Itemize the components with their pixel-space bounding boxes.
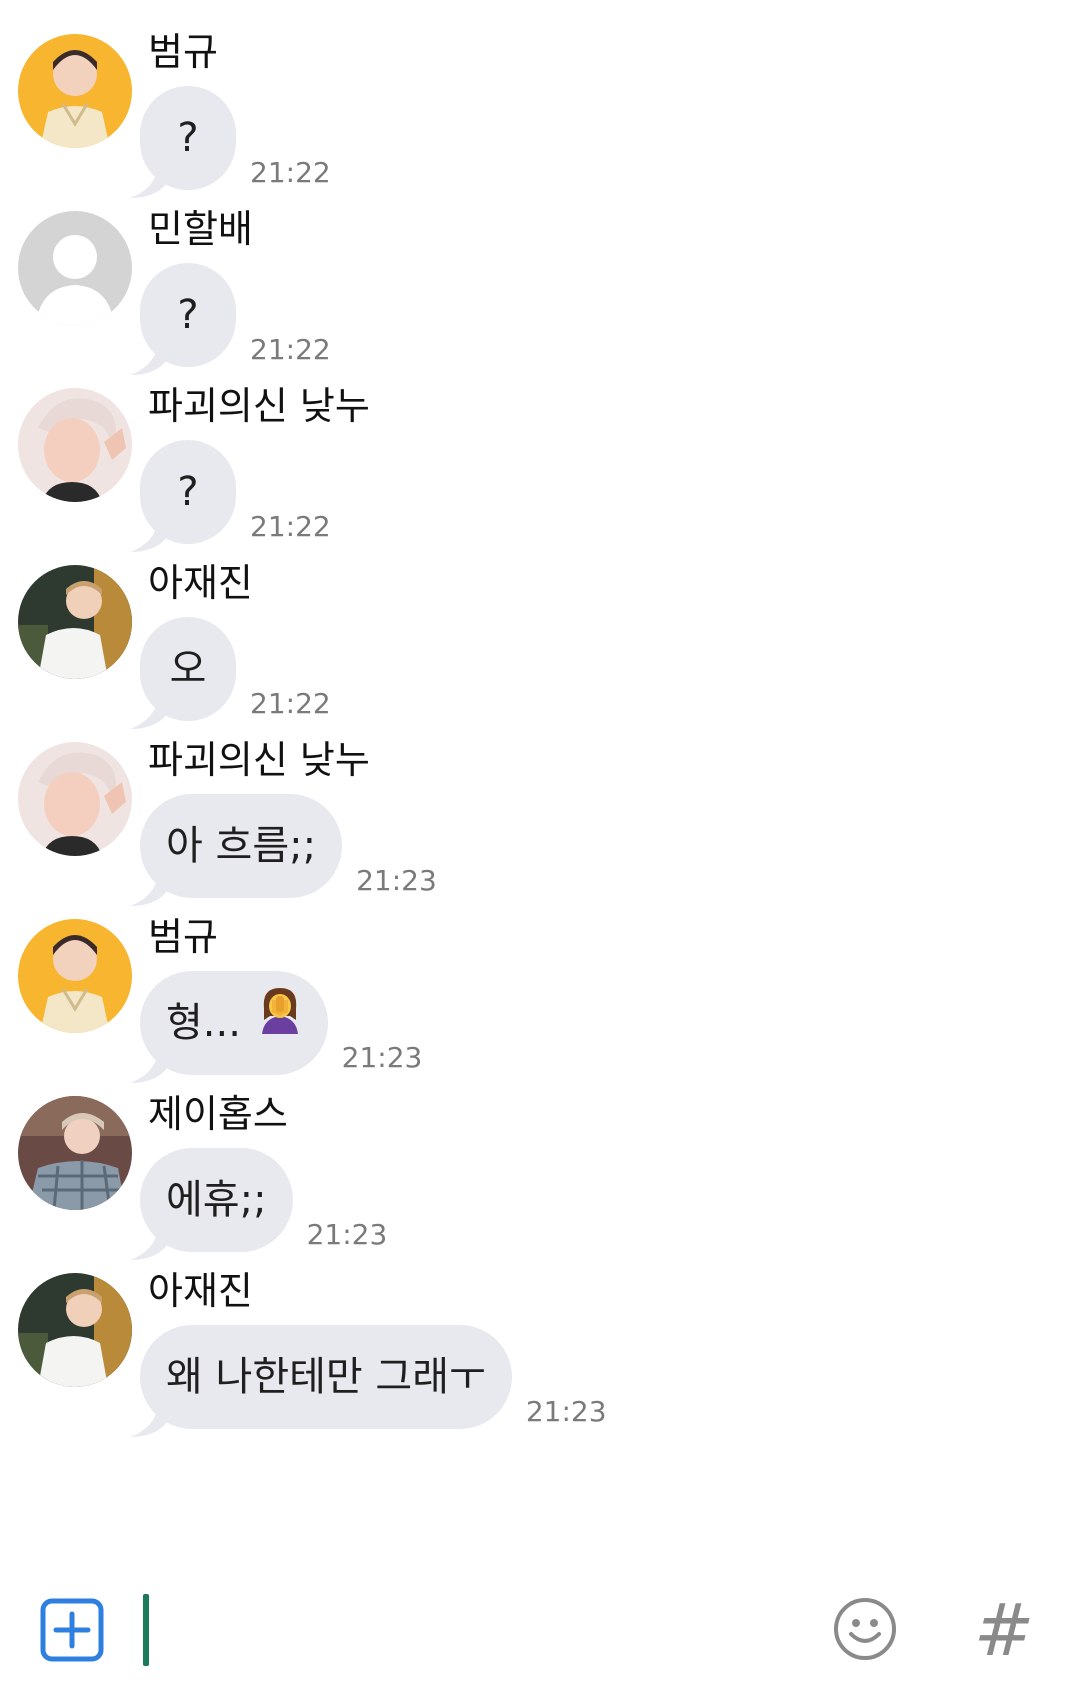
message-bubble[interactable]: 아 흐름;; [130, 794, 343, 906]
message-item: 범규 ? 21:22 [0, 0, 1080, 198]
sender-name: 범규 [148, 30, 218, 74]
message-text: ? [177, 469, 199, 515]
message-item: 아재진 왜 나한테만 그래ㅜ 21:23 [0, 1239, 1080, 1437]
message-bubble[interactable]: 왜 나한테만 그래ㅜ [130, 1325, 512, 1437]
message-bubble[interactable]: 형... [130, 969, 328, 1083]
avatar[interactable] [18, 1273, 132, 1387]
message-bubble[interactable]: 오 [130, 617, 236, 729]
message-item: 파괴의신 낮누 ? 21:22 [0, 354, 1080, 552]
message-item: 범규 형... 21:23 [0, 885, 1080, 1083]
message-input-bar: # [0, 1568, 1080, 1698]
avatar[interactable] [18, 34, 132, 148]
message-bubble[interactable]: ? [130, 86, 236, 198]
text-cursor [143, 1594, 149, 1666]
plus-square-icon[interactable] [40, 1598, 104, 1662]
message-bubble[interactable]: ? [130, 263, 236, 375]
message-bubble[interactable]: 에휴;; [130, 1148, 293, 1260]
message-text: 왜 나한테만 그래ㅜ [166, 1354, 486, 1400]
message-item: 아재진 오 21:22 [0, 531, 1080, 729]
message-bubble[interactable]: ? [130, 440, 236, 552]
avatar[interactable] [18, 919, 132, 1033]
avatar[interactable] [18, 211, 132, 325]
facepalm-emoji-icon [258, 969, 302, 1073]
sender-name: 아재진 [148, 561, 253, 605]
avatar[interactable] [18, 1096, 132, 1210]
sender-name: 파괴의신 낮누 [148, 384, 370, 428]
message-item: 제이홉스 에휴;; 21:23 [0, 1062, 1080, 1260]
avatar[interactable] [18, 565, 132, 679]
message-text: 아 흐름;; [166, 823, 317, 869]
message-text: 오 [169, 646, 207, 692]
message-time: 21:23 [525, 1395, 607, 1428]
message-input[interactable] [140, 1590, 800, 1670]
message-text: 에휴;; [166, 1177, 267, 1223]
sender-name: 민할배 [148, 207, 253, 251]
sender-name: 아재진 [148, 1269, 253, 1313]
hashtag-button[interactable]: # [966, 1592, 1042, 1668]
smiley-icon[interactable] [832, 1596, 898, 1662]
sender-name: 제이홉스 [148, 1092, 288, 1136]
avatar[interactable] [18, 388, 132, 502]
avatar[interactable] [18, 742, 132, 856]
sender-name: 파괴의신 낮누 [148, 738, 370, 782]
message-item: 파괴의신 낮누 아 흐름;; 21:23 [0, 708, 1080, 906]
message-text: ? [177, 292, 199, 338]
message-text: 형... [166, 1000, 241, 1046]
message-item: 민할배 ? 21:22 [0, 177, 1080, 375]
sender-name: 범규 [148, 915, 218, 959]
message-text: ? [177, 115, 199, 161]
bubble-tail [130, 1397, 170, 1437]
